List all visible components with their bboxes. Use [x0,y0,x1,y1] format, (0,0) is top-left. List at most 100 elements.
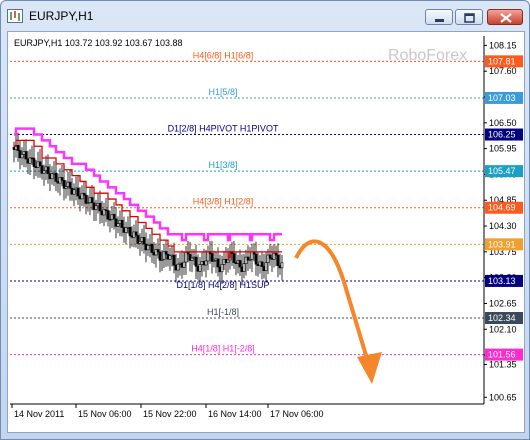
level-label: H1[-1/8] [207,307,239,317]
time-tick-label: 16 Nov 14:00 [208,409,262,419]
candle-body [162,251,166,260]
price-tick-label: 108.15 [489,40,517,50]
candle-body [244,256,248,264]
candle-body [156,249,160,253]
level-price-label: 103.91 [488,239,516,249]
title-bar[interactable]: EURJPY,H1 [1,1,529,31]
candle-body [82,192,86,196]
candle-body [86,202,90,204]
price-axis: 108.15107.60107.05106.50105.95105.40104.… [483,36,523,404]
minimize-button[interactable] [425,9,453,25]
level-price-label: 102.34 [488,313,516,323]
price-tick-label: 106.50 [489,118,517,128]
candle-body [126,227,130,229]
candle-body [80,192,84,200]
level-price-label: 104.69 [488,203,516,213]
candle-body [168,255,172,260]
candle-body [148,243,152,246]
candle-body [236,260,240,264]
chart-area[interactable]: H4[6/8] H1[6/8] H1[5/8] D1[2/8] H4PIVOT H1… [7,31,525,433]
candle-body [196,266,200,272]
candle-body [200,261,204,265]
candle-body [276,254,280,266]
candle-body [214,258,218,261]
candle-body [192,256,196,259]
candle-body [216,258,220,268]
candle-body [42,170,46,174]
candle-body [268,254,272,259]
candle-body [76,187,80,197]
candle-body [158,251,162,261]
level-price-label: 105.47 [488,166,516,176]
candle-body [118,219,122,224]
candle-body [122,227,126,233]
candle-body [64,186,68,189]
candle-body [96,202,100,207]
candle-body [240,266,244,272]
candle-body [250,251,254,260]
level-price-label: 106.25 [488,130,516,140]
price-tick-label: 100.65 [489,392,517,402]
candle-body [106,210,110,220]
price-chart[interactable]: H4[6/8] H1[6/8] H1[5/8] D1[2/8] H4PIVOT H1… [8,32,524,432]
candle-body [182,261,186,268]
candle-body [164,251,168,255]
candle-body [54,172,58,182]
candle-body [206,251,210,262]
candle-body [248,259,252,261]
candle-body [32,157,36,167]
candle-body [212,260,216,262]
candle-body [150,243,154,253]
candle-body [88,197,92,203]
price-tick-label: 101.35 [489,359,517,369]
candle-body [146,244,150,251]
candle-body [224,258,228,263]
level-label: H1[3/8] [208,160,237,170]
candle-body [110,214,114,220]
candle-body [70,187,74,195]
candle-body [108,218,112,221]
candle-body [102,209,106,216]
level-label: H4[3/8] H1[2/8] [193,197,254,207]
candle-body [24,151,28,160]
murrey-levels: H4[6/8] H1[6/8] H1[5/8] D1[2/8] H4PIVOT H1… [10,50,484,356]
time-tick-label: 14 Nov 2011 [14,409,64,419]
level-price-label: 101.56 [488,350,516,360]
restore-icon [464,13,475,23]
candle-body [116,223,120,227]
price-tick-label: 102.65 [489,298,517,308]
candle-body [166,253,170,260]
candle-body [78,195,82,200]
chart-window-icon [7,9,23,23]
candle-body [280,262,284,269]
close-button[interactable] [487,9,523,25]
time-tick-label: 15 Nov 22:00 [143,409,197,419]
forecast-arrow-shaft [294,239,370,363]
candle-body [72,189,76,195]
candle-body [114,218,118,227]
candle-body [128,227,132,237]
symbol-info: EURJPY,H1 103.72 103.92 103.67 103.88 [14,38,182,48]
candle-body [38,161,42,166]
level-price-label: 107.03 [488,93,516,103]
candle-body [140,237,144,242]
candle-body [172,254,176,266]
candle-body [100,210,104,216]
candle-body [226,259,230,263]
price-tick-label: 104.30 [489,221,517,231]
candle-body [90,197,94,204]
minimize-icon [435,19,444,22]
candle-body [178,262,182,265]
candle-body [74,187,78,191]
candle-body [50,173,54,180]
candle-body [112,214,116,220]
candle-body [198,264,202,272]
candle-body [154,249,158,256]
candle-body [46,166,50,174]
candle-body [132,231,136,238]
candle-body [92,202,96,210]
restore-button[interactable] [455,9,483,25]
price-tick-label: 105.95 [489,144,517,154]
candle-body [232,253,236,264]
forecast-arrow [294,239,382,384]
